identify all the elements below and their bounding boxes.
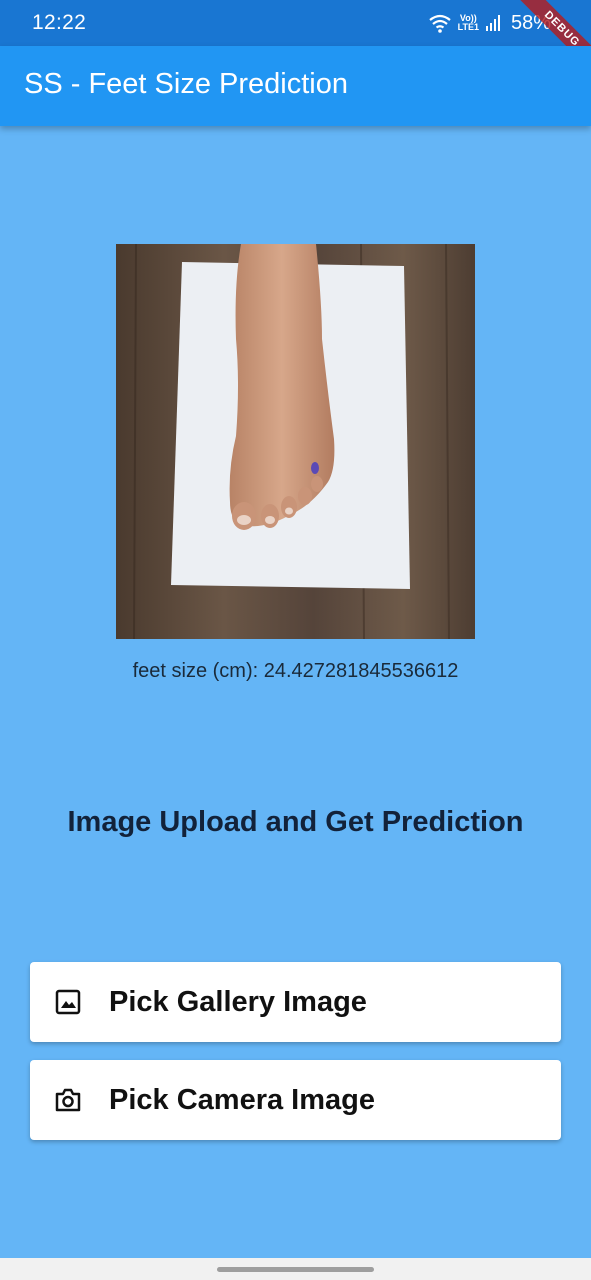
pick-gallery-image-label: Pick Gallery Image bbox=[109, 985, 367, 1018]
pick-gallery-image-button[interactable]: Pick Gallery Image bbox=[30, 962, 561, 1042]
lte-indicator: Vo)) LTE1 bbox=[457, 13, 479, 32]
home-gesture-handle[interactable] bbox=[217, 1267, 374, 1272]
camera-icon bbox=[54, 1086, 82, 1114]
section-heading: Image Upload and Get Prediction bbox=[67, 806, 524, 838]
pick-camera-image-label: Pick Camera Image bbox=[109, 1083, 375, 1116]
status-bar: 12:22 Vo)) LTE1 58% DEBUG bbox=[0, 0, 591, 75]
app-bar: SS - Feet Size Prediction bbox=[0, 46, 591, 126]
prediction-result: feet size (cm): 24.427281845536612 bbox=[132, 660, 459, 682]
status-time: 12:22 bbox=[32, 11, 87, 34]
navigation-bar bbox=[0, 1258, 591, 1280]
wifi-icon bbox=[428, 13, 452, 33]
image-icon bbox=[54, 988, 82, 1016]
foot-photo bbox=[116, 244, 475, 639]
app-title: SS - Feet Size Prediction bbox=[24, 68, 348, 100]
pick-camera-image-button[interactable]: Pick Camera Image bbox=[30, 1060, 561, 1140]
signal-icon bbox=[485, 14, 501, 32]
